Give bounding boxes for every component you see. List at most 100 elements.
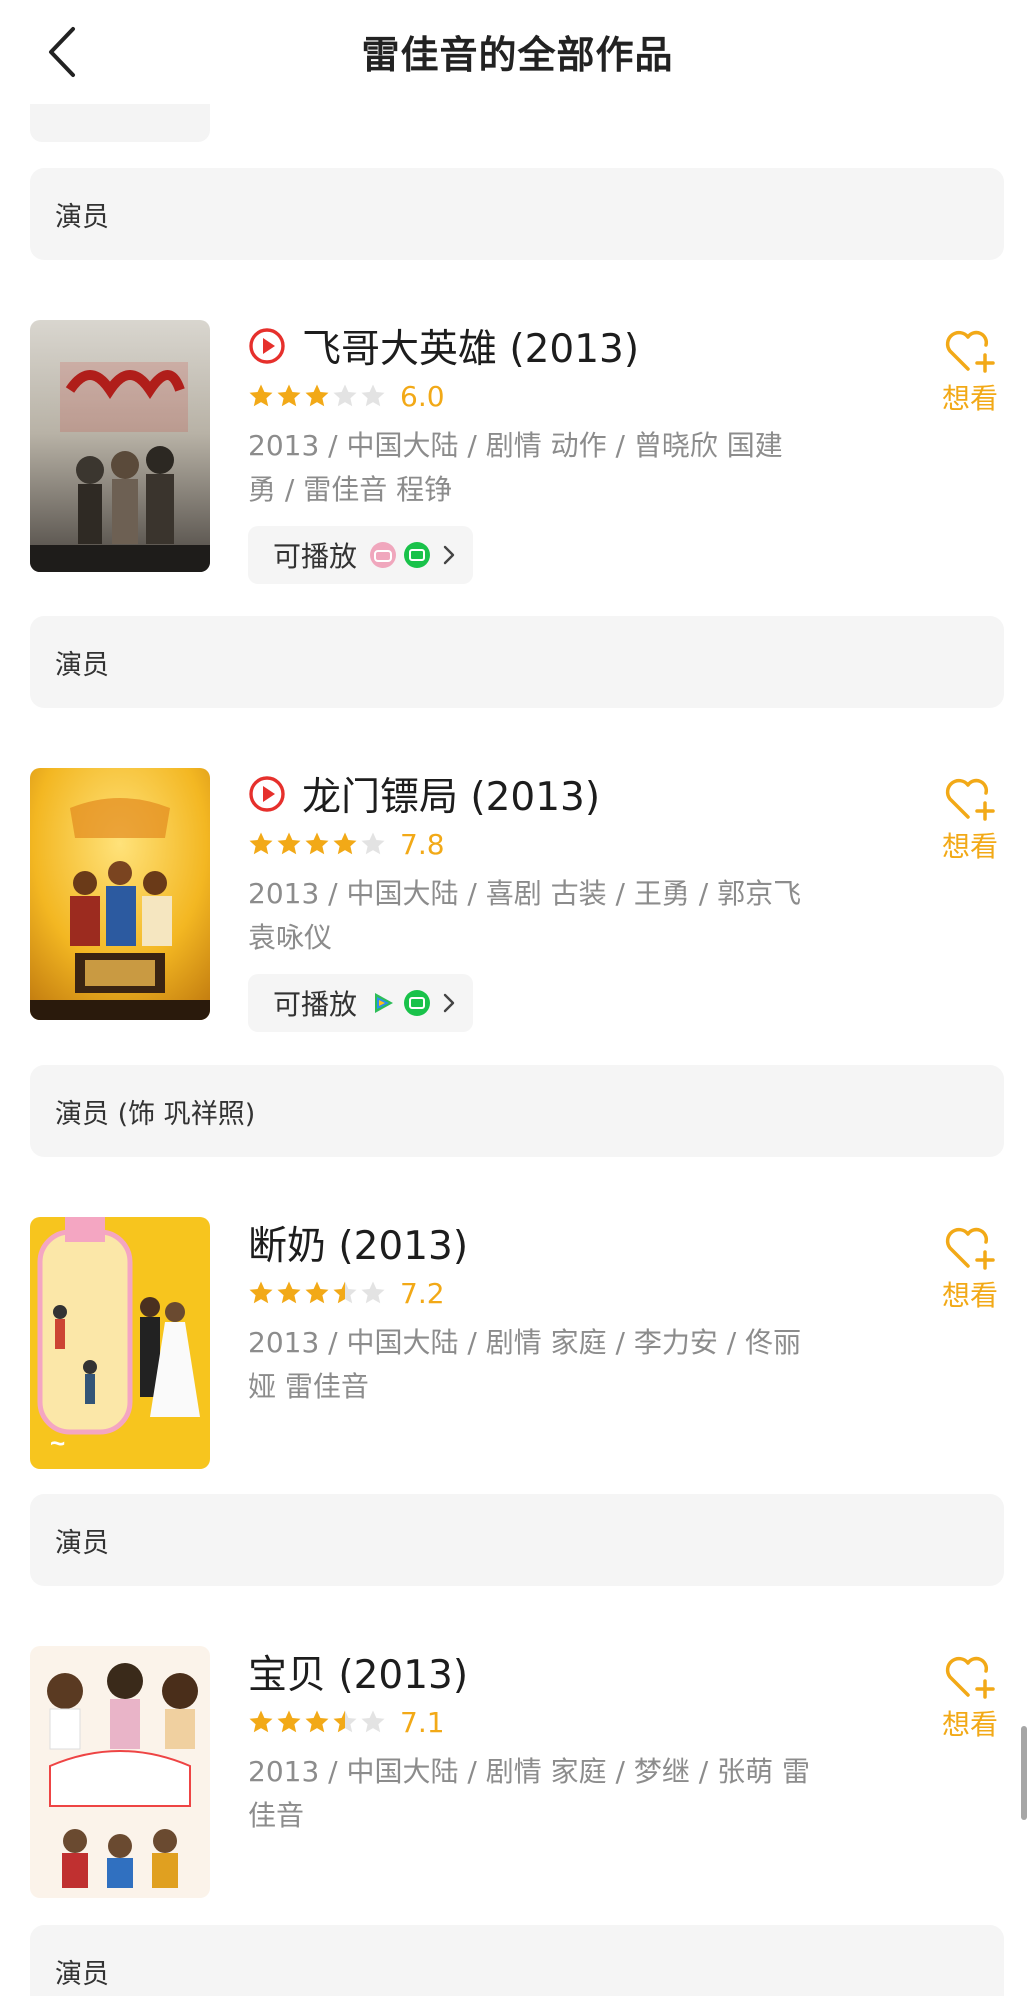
rating-row: 7.2	[248, 1273, 848, 1313]
star-filled-icon	[305, 1281, 329, 1304]
movie-poster[interactable]: ~	[30, 1217, 210, 1469]
movie-poster[interactable]	[30, 768, 210, 1020]
poster-image	[30, 768, 210, 1020]
star-filled-icon	[305, 832, 329, 855]
heart-plus-icon	[945, 330, 995, 373]
scrollbar[interactable]	[1021, 1726, 1027, 1820]
rating-row: 7.1	[248, 1702, 848, 1742]
star-filled-icon	[277, 1710, 301, 1733]
star-rating	[248, 383, 386, 409]
star-filled-icon	[277, 384, 301, 407]
star-rating	[248, 831, 386, 857]
star-filled-icon	[277, 832, 301, 855]
movie-title: 断奶 (2013)	[248, 1224, 469, 1269]
poster-image	[30, 320, 210, 572]
meta-line: 2013 / 中国大陆 / 剧情 家庭 / 李力安 / 佟丽	[248, 1326, 802, 1359]
star-rating	[248, 1709, 386, 1735]
want-to-watch-button[interactable]: 想看	[930, 1222, 1010, 1314]
star-filled-icon	[305, 1710, 329, 1733]
iqiyi-icon	[404, 542, 431, 568]
movie-item[interactable]: 龙门镖局 (2013) 7.8 2013 / 中国大陆 / 喜剧 古装 / 王勇…	[0, 768, 1035, 1032]
playable-label: 可播放	[273, 540, 358, 573]
star-filled-icon	[249, 1281, 273, 1304]
want-label: 想看	[941, 830, 998, 863]
star-half-icon	[333, 1281, 357, 1304]
playable-label: 可播放	[273, 988, 358, 1021]
movie-info: 龙门镖局 (2013) 7.8 2013 / 中国大陆 / 喜剧 古装 / 王勇…	[248, 768, 848, 1032]
meta-line: 佳音	[248, 1799, 305, 1832]
heart-plus-icon	[945, 1656, 995, 1699]
star-filled-icon	[277, 1281, 301, 1304]
score: 7.1	[400, 1705, 445, 1739]
rating-row: 6.0	[248, 376, 848, 416]
movie-title: 宝贝 (2013)	[248, 1653, 469, 1698]
star-empty-icon	[333, 384, 357, 407]
playable-button[interactable]: 可播放	[248, 974, 474, 1032]
chevron-right-icon	[443, 545, 455, 565]
star-rating	[248, 1280, 386, 1306]
play-circle-icon	[249, 776, 285, 812]
play-circle-icon	[249, 328, 285, 364]
want-to-watch-button[interactable]: 想看	[930, 325, 1010, 417]
meta-line: 娅 雷佳音	[248, 1370, 369, 1403]
role-bar: 演员 (饰 巩祥照)	[30, 1065, 1004, 1157]
movie-poster[interactable]	[30, 1646, 210, 1898]
role-label: 演员	[55, 201, 109, 233]
movie-meta: 2013 / 中国大陆 / 剧情 家庭 / 李力安 / 佟丽 娅 雷佳音	[248, 1321, 848, 1409]
role-label: 演员	[55, 649, 109, 681]
role-bar: 演员	[30, 1925, 1004, 1996]
score: 7.8	[400, 827, 445, 861]
movie-meta: 2013 / 中国大陆 / 喜剧 古装 / 王勇 / 郭京飞 袁咏仪	[248, 872, 848, 960]
role-bar: 演员	[30, 616, 1004, 708]
page-title: 雷佳音的全部作品	[361, 33, 674, 77]
heart-plus-icon	[945, 778, 995, 821]
want-to-watch-button[interactable]: 想看	[930, 1651, 1010, 1743]
score: 6.0	[400, 379, 445, 413]
score: 7.2	[400, 1276, 445, 1310]
star-empty-icon	[361, 1281, 385, 1304]
star-filled-icon	[249, 832, 273, 855]
poster-image	[30, 1646, 210, 1898]
bilibili-icon	[370, 542, 397, 568]
nav-header: 雷佳音的全部作品	[0, 0, 1035, 104]
movie-meta: 2013 / 中国大陆 / 剧情 家庭 / 梦继 / 张萌 雷 佳音	[248, 1750, 848, 1838]
want-label: 想看	[941, 1708, 998, 1741]
role-bar: 演员	[30, 168, 1004, 260]
movie-title-row[interactable]: 断奶 (2013)	[248, 1217, 848, 1269]
movie-item[interactable]: 宝贝 (2013) 7.1 2013 / 中国大陆 / 剧情 家庭 / 梦继 /…	[0, 1646, 1035, 1906]
role-label: 演员	[55, 1958, 109, 1990]
star-filled-icon	[249, 384, 273, 407]
movie-info: 断奶 (2013) 7.2 2013 / 中国大陆 / 剧情 家庭 / 李力安 …	[248, 1217, 848, 1409]
movie-meta: 2013 / 中国大陆 / 剧情 动作 / 曾晓欣 国建 勇 / 雷佳音 程铮	[248, 424, 848, 512]
meta-line: 2013 / 中国大陆 / 喜剧 古装 / 王勇 / 郭京飞	[248, 877, 802, 910]
meta-line: 勇 / 雷佳音 程铮	[248, 473, 453, 506]
movie-item[interactable]: 飞哥大英雄 (2013) 6.0 2013 / 中国大陆 / 剧情 动作 / 曾…	[0, 320, 1035, 584]
star-filled-icon	[305, 384, 329, 407]
meta-line: 袁咏仪	[248, 921, 333, 954]
movie-title-row[interactable]: 龙门镖局 (2013)	[248, 768, 848, 820]
movie-title-row[interactable]: 宝贝 (2013)	[248, 1646, 848, 1698]
poster-image: ~	[30, 1217, 210, 1469]
star-half-icon	[333, 1710, 357, 1733]
want-label: 想看	[941, 1279, 998, 1312]
want-to-watch-button[interactable]: 想看	[930, 773, 1010, 865]
star-filled-icon	[333, 832, 357, 855]
movie-title: 龙门镖局 (2013)	[302, 775, 601, 820]
playable-button[interactable]: 可播放	[248, 526, 474, 584]
movie-poster[interactable]	[30, 320, 210, 572]
meta-line: 2013 / 中国大陆 / 剧情 动作 / 曾晓欣 国建	[248, 429, 783, 462]
movie-title-row[interactable]: 飞哥大英雄 (2013)	[248, 320, 848, 372]
role-label: 演员 (饰 巩祥照)	[55, 1098, 256, 1130]
svg-text:~: ~	[50, 1428, 65, 1458]
role-label: 演员	[55, 1527, 109, 1559]
heart-plus-icon	[945, 1227, 995, 1270]
meta-line: 2013 / 中国大陆 / 剧情 家庭 / 梦继 / 张萌 雷	[248, 1755, 810, 1788]
want-label: 想看	[941, 382, 998, 415]
rating-row: 7.8	[248, 824, 848, 864]
movie-info: 飞哥大英雄 (2013) 6.0 2013 / 中国大陆 / 剧情 动作 / 曾…	[248, 320, 848, 584]
works-page: 雷佳音的全部作品 演员 飞哥大英雄 (2013) 6.0 2013 / 中国大陆…	[0, 0, 1035, 1996]
movie-item[interactable]: ~ 断奶 (2013) 7.2 2013 / 中国大陆 / 剧情 家庭 / 李力…	[0, 1217, 1035, 1477]
movie-title: 飞哥大英雄 (2013)	[302, 327, 640, 372]
star-empty-icon	[361, 832, 385, 855]
chevron-right-icon	[443, 993, 455, 1013]
